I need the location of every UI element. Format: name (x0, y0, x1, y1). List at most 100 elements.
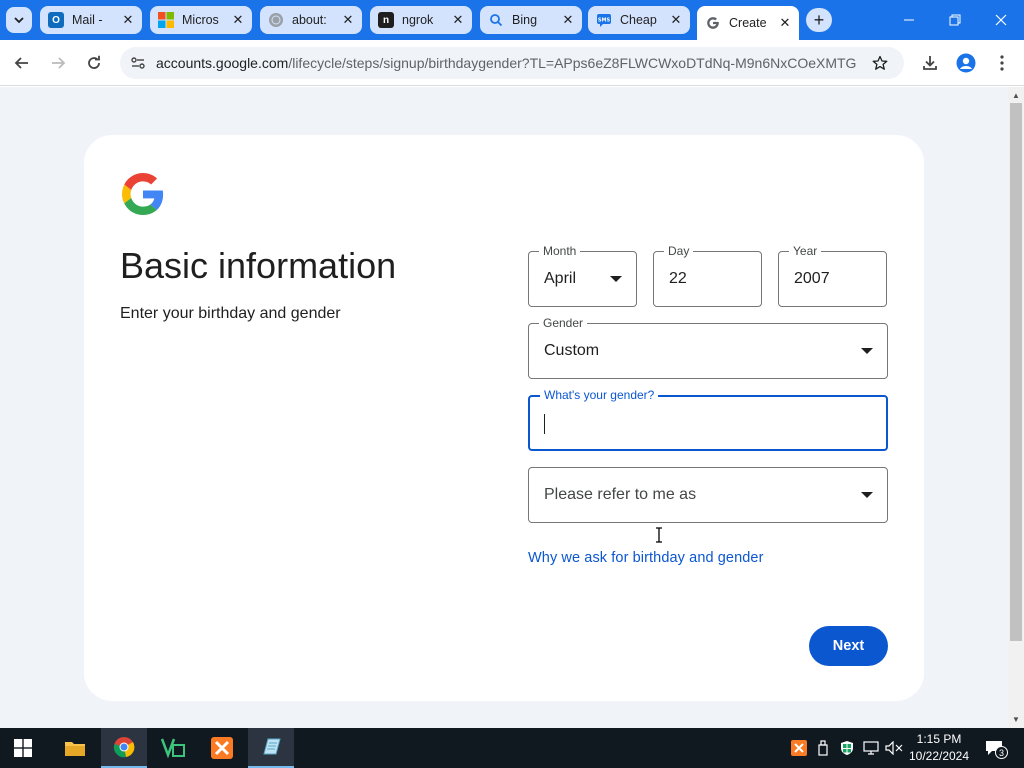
close-icon (995, 14, 1007, 26)
close-icon[interactable]: ✕ (230, 12, 246, 28)
network-icon (863, 741, 879, 755)
taskbar-veeam[interactable] (150, 728, 196, 768)
xampp-tray-icon (791, 740, 807, 756)
tab-microsoft[interactable]: Micros ✕ (150, 6, 252, 34)
new-tab-button[interactable]: + (806, 8, 832, 32)
tab-label: Micros (182, 13, 219, 27)
vertical-scrollbar[interactable]: ▲ ▼ (1008, 87, 1024, 728)
taskbar-xampp[interactable] (199, 728, 245, 768)
close-icon[interactable]: ✕ (668, 12, 684, 28)
menu-button[interactable] (988, 49, 1016, 77)
scroll-up-arrow-icon[interactable]: ▲ (1008, 91, 1024, 101)
minimize-button[interactable] (886, 0, 932, 40)
tray-xampp[interactable] (790, 728, 808, 768)
xampp-icon (211, 737, 233, 759)
forward-button[interactable] (44, 49, 72, 77)
shield-icon (841, 741, 853, 755)
browser-toolbar: accounts.google.com/lifecycle/steps/sign… (0, 40, 1024, 86)
taskbar-notepad[interactable] (248, 728, 294, 768)
gender-label: Gender (539, 316, 588, 330)
pronoun-select[interactable]: Please refer to me as (528, 467, 888, 523)
address-bar[interactable]: accounts.google.com/lifecycle/steps/sign… (120, 47, 904, 79)
clock-time: 1:15 PM (916, 732, 962, 746)
tab-mail[interactable]: O Mail - ✕ (40, 6, 142, 34)
close-icon[interactable]: ✕ (560, 12, 576, 28)
ibeam-cursor-icon (656, 527, 662, 543)
page-content: Basic information Enter your birthday an… (0, 87, 1008, 728)
scroll-thumb[interactable] (1010, 103, 1022, 641)
notification-badge: 3 (995, 746, 1008, 759)
volume-muted-icon (885, 741, 903, 755)
day-value: 22 (669, 270, 687, 287)
close-icon[interactable]: ✕ (450, 12, 466, 28)
svg-text:SMS: SMS (598, 18, 611, 24)
tray-usb[interactable] (814, 728, 832, 768)
tab-label: Mail - (72, 13, 103, 27)
taskbar-chrome[interactable] (101, 728, 147, 768)
tray-security[interactable] (838, 728, 856, 768)
gender-value: Custom (544, 342, 600, 359)
tab-ngrok[interactable]: n ngrok ✕ (370, 6, 472, 34)
outlook-icon: O (48, 12, 64, 28)
text-cursor (544, 414, 545, 434)
minimize-icon (904, 19, 914, 21)
gender-select[interactable]: Gender Custom (528, 316, 888, 379)
close-icon[interactable]: ✕ (777, 15, 793, 31)
tab-bing[interactable]: Bing ✕ (480, 6, 582, 34)
file-explorer-icon (65, 742, 85, 756)
custom-gender-input[interactable]: What's your gender? (528, 388, 888, 451)
scroll-down-arrow-icon[interactable]: ▼ (1008, 715, 1024, 725)
url-host: accounts.google.com (156, 55, 289, 71)
notifications-button[interactable]: 3 (980, 728, 1008, 768)
tray-volume[interactable] (884, 728, 904, 768)
clock-date: 10/22/2024 (908, 749, 970, 763)
tab-label: Cheap (620, 13, 657, 27)
dropdown-arrow-icon (861, 492, 873, 498)
month-select[interactable]: Month April (528, 244, 637, 307)
close-icon[interactable]: ✕ (120, 12, 136, 28)
google-logo-icon (122, 173, 164, 215)
year-input[interactable]: Year 2007 (778, 244, 887, 307)
month-value: April (544, 270, 577, 287)
close-window-button[interactable] (978, 0, 1024, 40)
tab-cheap[interactable]: SMS Cheap ✕ (588, 6, 690, 34)
year-value: 2007 (794, 270, 830, 287)
next-button[interactable]: Next (809, 626, 888, 666)
close-icon[interactable]: ✕ (340, 12, 356, 28)
windows-taskbar: 1:15 PM 10/22/2024 3 (0, 728, 1024, 768)
back-button[interactable] (8, 49, 36, 77)
google-icon (705, 15, 721, 31)
tab-search-button[interactable] (6, 7, 32, 33)
download-icon (923, 56, 937, 70)
tab-label: ngrok (402, 13, 434, 27)
restore-button[interactable] (932, 0, 978, 40)
why-we-ask-link[interactable]: Why we ask for birthday and gender (528, 550, 764, 566)
custom-gender-label: What's your gender? (540, 388, 659, 402)
downloads-button[interactable] (916, 49, 944, 77)
reload-button[interactable] (80, 49, 108, 77)
url-text: accounts.google.com/lifecycle/steps/sign… (156, 55, 856, 71)
day-label: Day (664, 244, 694, 258)
tab-create-account[interactable]: Create ✕ (697, 6, 799, 40)
ngrok-icon: n (378, 12, 394, 28)
page-subtitle: Enter your birthday and gender (120, 305, 341, 322)
taskbar-file-explorer[interactable] (52, 728, 98, 768)
chrome-icon (113, 737, 135, 758)
tab-about[interactable]: about: ✕ (260, 6, 362, 34)
profile-button[interactable] (952, 49, 980, 77)
tab-label: Create (729, 16, 767, 30)
usb-drive-icon (818, 740, 828, 756)
day-input[interactable]: Day 22 (653, 244, 762, 307)
url-path: /lifecycle/steps/signup/birthdaygender?T… (288, 55, 856, 71)
site-settings-icon[interactable] (124, 49, 152, 77)
avatar-icon (956, 53, 976, 73)
kebab-menu-icon (1000, 55, 1004, 71)
system-clock[interactable]: 1:15 PM 10/22/2024 (904, 731, 974, 765)
page-title: Basic information (120, 245, 397, 286)
tray-network[interactable] (862, 728, 880, 768)
year-label: Year (789, 244, 822, 258)
tab-label: Bing (512, 13, 538, 27)
start-button[interactable] (0, 728, 46, 768)
bookmark-star-icon[interactable] (868, 51, 892, 75)
dropdown-arrow-icon (861, 348, 873, 354)
